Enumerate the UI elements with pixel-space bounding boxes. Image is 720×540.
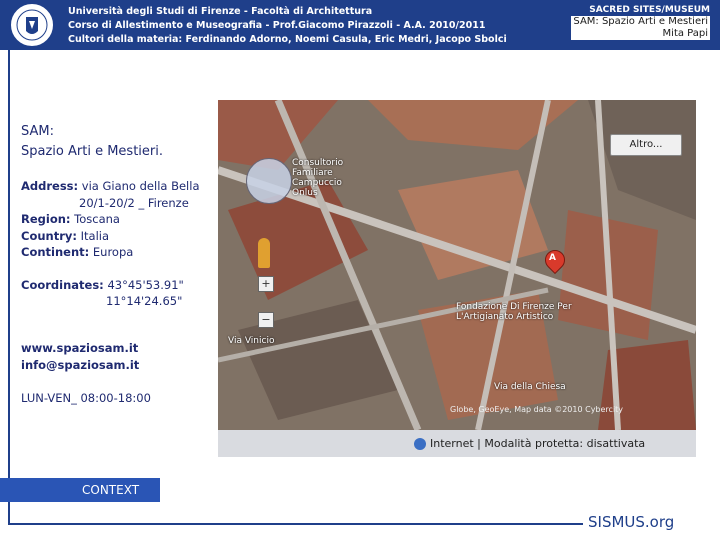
tab-context-label: CONTEXT — [82, 483, 140, 497]
tab-context[interactable]: CONTEXT — [0, 478, 160, 502]
frame-left-rule — [8, 50, 10, 525]
status-text: Internet | Modalità protetta: disattivat… — [430, 437, 646, 450]
satellite-map[interactable]: Altro... + − Consultorio Familiare Campu… — [218, 100, 696, 457]
series-brand: SACRED SITES/MUSEUM — [589, 5, 710, 15]
frame-bottom-rule — [8, 523, 583, 525]
map-copyright: Globe, GeoEye, Map data ©2010 Cybercity — [450, 405, 624, 414]
marker-letter: A — [549, 253, 556, 263]
map-label-street2: Via Vinicio — [228, 336, 275, 346]
continent-row: Continent: Europa — [21, 245, 134, 259]
region-row: Region: Toscana — [21, 212, 120, 226]
university-seal-icon — [9, 2, 55, 48]
contributors-line: Cultori della materia: Ferdinando Adorno… — [68, 34, 507, 45]
website-link[interactable]: www.spaziosam.it — [21, 340, 216, 357]
university-line: Università degli Studi di Firenze - Faco… — [68, 6, 373, 17]
map-label-street: Via della Chiesa — [494, 382, 566, 392]
header-right: SACRED SITES/MUSEUM SAM: Spazio Arti e M… — [571, 4, 710, 40]
more-layers-button[interactable]: Altro... — [610, 134, 682, 156]
opening-hours: LUN-VEN_ 08:00-18:00 — [21, 390, 151, 405]
course-line: Corso di Allestimento e Museografia - Pr… — [68, 20, 486, 31]
header-bar: Università degli Studi di Firenze - Faco… — [0, 0, 720, 50]
footer-brand[interactable]: SISMUS.org — [588, 513, 674, 531]
map-label-fondazione: Fondazione Di Firenze Per L'Artigianato … — [456, 302, 572, 322]
email-link[interactable]: info@spaziosam.it — [21, 357, 216, 374]
pan-control[interactable] — [246, 158, 292, 204]
site-title-line1: SAM: — [21, 124, 54, 139]
coordinates-row: Coordinates: 43°45'53.91" — [21, 277, 184, 292]
map-label-consultorio: Consultorio Familiare Campuccio Onlus — [292, 158, 344, 198]
zoom-out-button[interactable]: − — [258, 312, 274, 328]
author-name: Mita Papi — [571, 28, 710, 40]
street-view-pegman-icon[interactable] — [258, 238, 270, 268]
address-row: Address: via Giano della Bella — [21, 179, 200, 193]
coordinates-lon: 11°14'24.65" — [106, 294, 183, 308]
site-info: SAM: Spazio Arti e Mestieri. Address: vi… — [21, 122, 216, 406]
zoom-in-button[interactable]: + — [258, 276, 274, 292]
country-row: Country: Italia — [21, 228, 110, 243]
address-line2: 20/1-20/2 _ Firenze — [79, 195, 189, 210]
course-info: Università degli Studi di Firenze - Faco… — [68, 5, 507, 47]
slide-subtitle: SAM: Spazio Arti e Mestieri — [571, 16, 710, 28]
site-title-line2: Spazio Arti e Mestieri. — [21, 144, 163, 159]
internet-zone-icon — [414, 438, 426, 450]
